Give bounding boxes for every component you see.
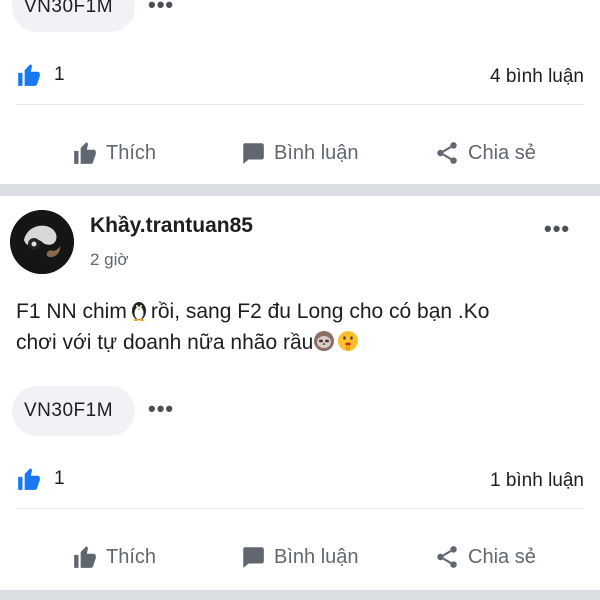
like-count: 1 (54, 468, 65, 489)
post-body-line-2: chơi với tự doanh nữa nhão rầu (16, 327, 586, 358)
shushing-face-emoji-icon (337, 330, 359, 352)
stock-tag-chip[interactable]: VN30F1M (12, 386, 136, 436)
share-button[interactable]: Chia sẻ (434, 544, 536, 570)
like-button-label: Thích (106, 545, 157, 568)
comment-count-link[interactable]: 4 bình luận (490, 66, 584, 88)
more-options-icon[interactable]: ••• (148, 0, 174, 16)
post-body: F1 NN chim rồi, sang F2 đu Long cho có b… (16, 296, 586, 358)
post-separator (0, 590, 600, 600)
share-button[interactable]: Chia sẻ (434, 140, 536, 166)
comment-button-label: Bình luận (274, 141, 359, 164)
comment-button-label: Bình luận (274, 545, 359, 568)
like-summary[interactable]: 1 (16, 62, 65, 88)
like-summary[interactable]: 1 (16, 466, 65, 492)
stock-tag-chip[interactable]: VN30F1M (12, 0, 136, 32)
post-time: 2 giờ (90, 250, 129, 269)
comment-bubble-icon (243, 143, 264, 164)
penguin-emoji-icon (129, 299, 149, 321)
share-button-label: Chia sẻ (468, 545, 536, 568)
divider (16, 508, 584, 509)
thumb-up-icon (74, 546, 96, 568)
stock-tag-label: VN30F1M (24, 0, 114, 17)
like-button[interactable]: Thích (72, 140, 156, 166)
share-icon (437, 546, 457, 568)
like-button[interactable]: Thích (72, 544, 156, 570)
like-button-label: Thích (106, 141, 157, 164)
avatar[interactable] (10, 210, 74, 274)
divider (16, 104, 584, 105)
comment-count-link[interactable]: 1 bình luận (490, 470, 584, 492)
comment-bubble-icon (243, 547, 264, 568)
post-text-segment: F1 NN chim (16, 300, 127, 323)
post-text-segment: chơi với tự doanh nữa nhão rầu (16, 331, 314, 354)
like-count: 1 (54, 64, 65, 85)
post-separator (0, 184, 600, 196)
stock-tag-label: VN30F1M (24, 400, 114, 421)
author-name[interactable]: Khầy.trantuan85 (90, 214, 253, 238)
like-thumb-icon (18, 468, 40, 490)
comment-button[interactable]: Bình luận (240, 140, 359, 166)
post-body-line-1: F1 NN chim rồi, sang F2 đu Long cho có b… (16, 296, 586, 327)
sloth-emoji-icon (313, 330, 335, 352)
avatar-image (10, 210, 74, 274)
share-icon (437, 142, 457, 164)
like-thumb-icon (18, 64, 40, 86)
thumb-up-icon (74, 142, 96, 164)
comment-button[interactable]: Bình luận (240, 544, 359, 570)
more-options-icon[interactable]: ••• (544, 218, 570, 240)
share-button-label: Chia sẻ (468, 141, 536, 164)
post-text-segment: rồi, sang F2 đu Long cho có bạn .Ko (150, 300, 490, 323)
more-options-icon[interactable]: ••• (148, 398, 174, 420)
